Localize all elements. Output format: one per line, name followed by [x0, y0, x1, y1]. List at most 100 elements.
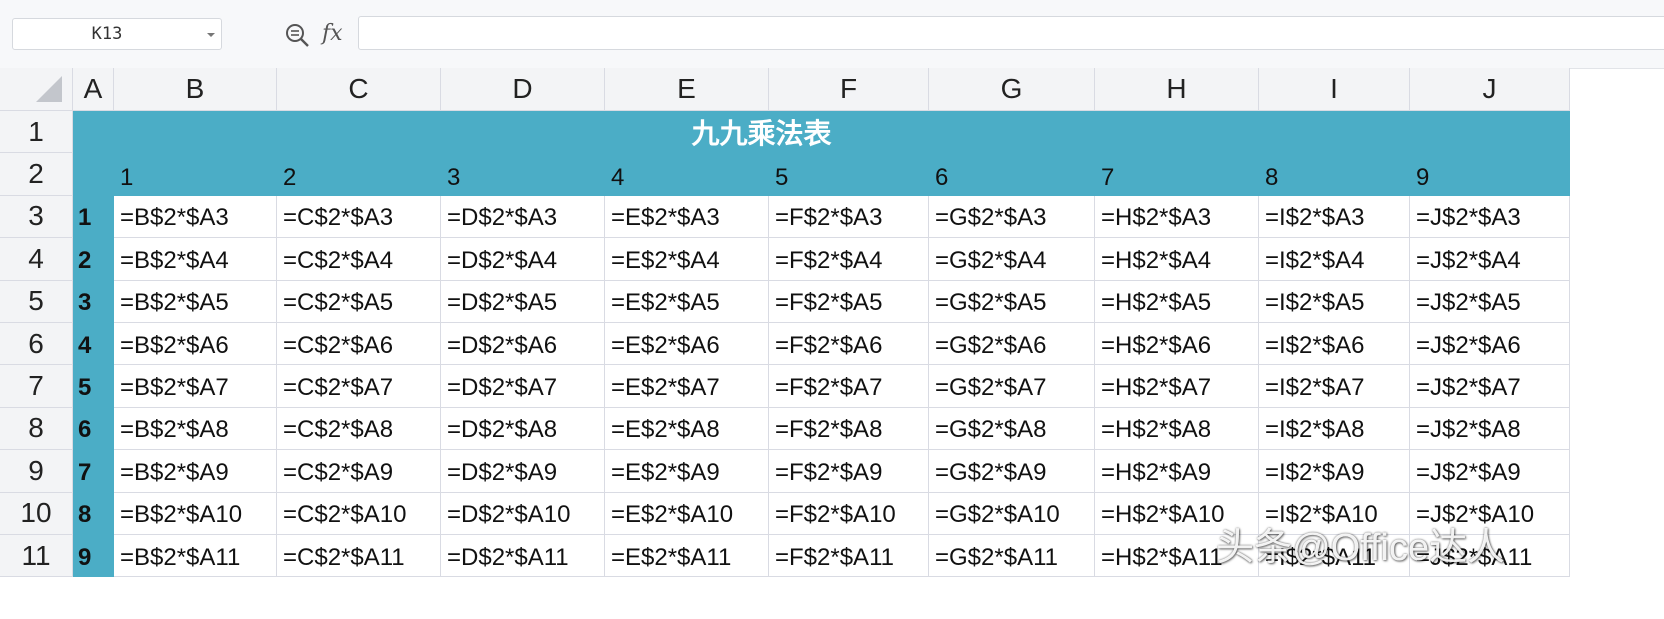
zoom-formula-icon[interactable]: [284, 22, 310, 48]
formula-cell[interactable]: =B$2*$A3: [114, 195, 277, 239]
formula-cell[interactable]: =G$2*$A3: [929, 195, 1095, 239]
row-header-5[interactable]: 5: [0, 280, 73, 323]
formula-cell[interactable]: =E$2*$A4: [605, 238, 769, 281]
formula-cell[interactable]: =D$2*$A10: [441, 492, 605, 535]
formula-cell[interactable]: =D$2*$A7: [441, 365, 605, 408]
formula-cell[interactable]: =D$2*$A8: [441, 407, 605, 451]
formula-cell[interactable]: =F$2*$A10: [769, 492, 929, 535]
row-header-2[interactable]: 2: [0, 153, 73, 196]
cell-a1[interactable]: [73, 111, 114, 154]
formula-cell[interactable]: =B$2*$A4: [114, 238, 277, 281]
formula-cell[interactable]: =H$2*$A7: [1095, 365, 1259, 408]
formula-cell[interactable]: =C$2*$A10: [277, 492, 441, 535]
formula-cell[interactable]: =B$2*$A11: [114, 534, 277, 578]
formula-cell[interactable]: =J$2*$A5: [1410, 280, 1570, 323]
formula-cell[interactable]: =F$2*$A11: [769, 534, 929, 578]
formula-cell[interactable]: =E$2*$A6: [605, 322, 769, 366]
formula-cell[interactable]: =J$2*$A8: [1410, 407, 1570, 451]
multiplier-top-2[interactable]: 2: [277, 153, 441, 196]
formula-cell[interactable]: =D$2*$A3: [441, 195, 605, 239]
row-header-9[interactable]: 9: [0, 450, 73, 493]
multiplier-top-1[interactable]: 1: [114, 153, 277, 196]
formula-cell[interactable]: =H$2*$A6: [1095, 322, 1259, 366]
multiplier-left-8[interactable]: 8: [73, 492, 114, 535]
formula-cell[interactable]: =B$2*$A8: [114, 407, 277, 451]
formula-cell[interactable]: =H$2*$A3: [1095, 195, 1259, 239]
column-header-c[interactable]: C: [277, 68, 441, 111]
multiplier-left-2[interactable]: 2: [73, 238, 114, 281]
row-header-8[interactable]: 8: [0, 407, 73, 451]
select-all-corner[interactable]: [0, 68, 73, 111]
formula-cell[interactable]: =I$2*$A3: [1259, 195, 1410, 239]
multiplier-top-8[interactable]: 8: [1259, 153, 1410, 196]
formula-cell[interactable]: =B$2*$A5: [114, 280, 277, 323]
formula-cell[interactable]: =F$2*$A3: [769, 195, 929, 239]
row-header-3[interactable]: 3: [0, 195, 73, 239]
formula-cell[interactable]: =F$2*$A6: [769, 322, 929, 366]
formula-cell[interactable]: =H$2*$A5: [1095, 280, 1259, 323]
formula-cell[interactable]: =C$2*$A7: [277, 365, 441, 408]
multiplier-top-7[interactable]: 7: [1095, 153, 1259, 196]
formula-cell[interactable]: =C$2*$A3: [277, 195, 441, 239]
table-title[interactable]: 九九乘法表: [114, 111, 1570, 154]
formula-cell[interactable]: =G$2*$A5: [929, 280, 1095, 323]
formula-cell[interactable]: =J$2*$A4: [1410, 238, 1570, 281]
formula-cell[interactable]: =G$2*$A9: [929, 450, 1095, 493]
formula-cell[interactable]: =J$2*$A9: [1410, 450, 1570, 493]
formula-cell[interactable]: =D$2*$A4: [441, 238, 605, 281]
formula-cell[interactable]: =E$2*$A8: [605, 407, 769, 451]
formula-cell[interactable]: =C$2*$A9: [277, 450, 441, 493]
formula-cell[interactable]: =D$2*$A6: [441, 322, 605, 366]
column-header-i[interactable]: I: [1259, 68, 1410, 111]
column-header-d[interactable]: D: [441, 68, 605, 111]
formula-cell[interactable]: =G$2*$A6: [929, 322, 1095, 366]
formula-cell[interactable]: =C$2*$A5: [277, 280, 441, 323]
multiplier-top-5[interactable]: 5: [769, 153, 929, 196]
multiplier-left-7[interactable]: 7: [73, 450, 114, 493]
formula-cell[interactable]: =E$2*$A11: [605, 534, 769, 578]
formula-cell[interactable]: =B$2*$A10: [114, 492, 277, 535]
multiplier-top-6[interactable]: 6: [929, 153, 1095, 196]
formula-cell[interactable]: =H$2*$A8: [1095, 407, 1259, 451]
multiplier-left-1[interactable]: 1: [73, 195, 114, 239]
column-header-g[interactable]: G: [929, 68, 1095, 111]
formula-cell[interactable]: =E$2*$A5: [605, 280, 769, 323]
cell-a2[interactable]: [73, 153, 114, 196]
name-box[interactable]: K13: [12, 18, 222, 50]
formula-cell[interactable]: =J$2*$A6: [1410, 322, 1570, 366]
formula-cell[interactable]: =D$2*$A9: [441, 450, 605, 493]
formula-cell[interactable]: =I$2*$A8: [1259, 407, 1410, 451]
row-header-10[interactable]: 10: [0, 492, 73, 535]
fx-icon[interactable]: fx: [322, 18, 343, 50]
row-header-4[interactable]: 4: [0, 238, 73, 281]
formula-cell[interactable]: =J$2*$A7: [1410, 365, 1570, 408]
formula-cell[interactable]: =H$2*$A4: [1095, 238, 1259, 281]
column-header-e[interactable]: E: [605, 68, 769, 111]
row-header-6[interactable]: 6: [0, 322, 73, 366]
formula-cell[interactable]: =F$2*$A4: [769, 238, 929, 281]
select-all-icon[interactable]: [36, 76, 62, 102]
formula-cell[interactable]: =F$2*$A8: [769, 407, 929, 451]
formula-cell[interactable]: =G$2*$A4: [929, 238, 1095, 281]
formula-cell[interactable]: =G$2*$A11: [929, 534, 1095, 578]
formula-cell[interactable]: =J$2*$A3: [1410, 195, 1570, 239]
formula-cell[interactable]: =E$2*$A9: [605, 450, 769, 493]
formula-cell[interactable]: =D$2*$A5: [441, 280, 605, 323]
formula-cell[interactable]: =F$2*$A9: [769, 450, 929, 493]
column-header-b[interactable]: B: [114, 68, 277, 111]
chevron-down-icon[interactable]: [207, 33, 215, 37]
column-header-h[interactable]: H: [1095, 68, 1259, 111]
formula-cell[interactable]: =I$2*$A5: [1259, 280, 1410, 323]
formula-cell[interactable]: =D$2*$A11: [441, 534, 605, 578]
multiplier-left-4[interactable]: 4: [73, 322, 114, 366]
multiplier-top-3[interactable]: 3: [441, 153, 605, 196]
multiplier-left-3[interactable]: 3: [73, 280, 114, 323]
multiplier-top-9[interactable]: 9: [1410, 153, 1570, 196]
multiplier-left-6[interactable]: 6: [73, 407, 114, 451]
column-header-a[interactable]: A: [73, 68, 114, 111]
formula-cell[interactable]: =G$2*$A10: [929, 492, 1095, 535]
formula-cell[interactable]: =F$2*$A5: [769, 280, 929, 323]
row-header-7[interactable]: 7: [0, 365, 73, 408]
formula-cell[interactable]: =C$2*$A8: [277, 407, 441, 451]
formula-cell[interactable]: =I$2*$A9: [1259, 450, 1410, 493]
